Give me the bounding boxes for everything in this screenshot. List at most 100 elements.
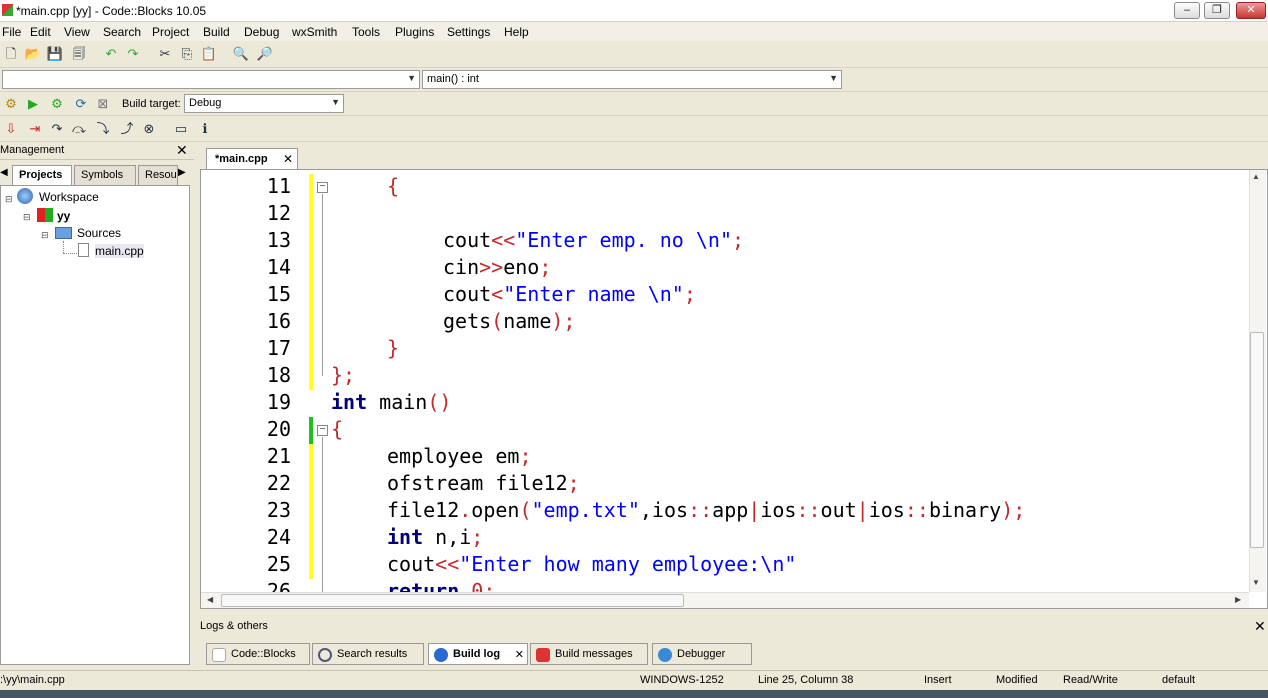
close-icon[interactable]: ✕	[515, 648, 524, 661]
redo-icon[interactable]: ↷	[124, 45, 142, 63]
menu-wxsmith[interactable]: wxSmith	[292, 25, 337, 39]
menu-help[interactable]: Help	[504, 25, 529, 39]
change-marker	[309, 174, 313, 390]
code-token: file12	[387, 498, 460, 522]
tab-projects[interactable]: Projects	[12, 165, 72, 185]
code-token: );	[1001, 498, 1026, 522]
change-marker-saved	[309, 417, 313, 444]
menu-settings[interactable]: Settings	[447, 25, 490, 39]
scroll-right-icon[interactable]: ▶	[1235, 595, 1241, 604]
tab-debugger[interactable]: Debugger	[652, 643, 752, 665]
find-icon[interactable]: 🔍	[232, 45, 250, 63]
fold-collapse-icon[interactable]: −	[317, 182, 328, 193]
replace-icon[interactable]: 🔎	[256, 45, 274, 63]
scroll-down-icon[interactable]: ▼	[1252, 578, 1260, 587]
code-token: name	[503, 309, 552, 333]
management-title: Management	[0, 144, 65, 156]
scroll-left-icon[interactable]: ◀	[207, 595, 213, 604]
collapse-icon[interactable]: ⊟	[23, 212, 31, 223]
code-line-15: cout<"Enter name \n";	[443, 282, 696, 306]
collapse-icon[interactable]: ⊟	[41, 230, 49, 241]
cut-icon[interactable]: ✂	[156, 45, 174, 63]
scroll-up-icon[interactable]: ▲	[1252, 172, 1260, 181]
tab-resources[interactable]: Resou	[138, 165, 178, 185]
tree-main-cpp[interactable]: main.cpp	[95, 244, 144, 258]
tree-project[interactable]: yy	[57, 209, 70, 223]
menu-file[interactable]: File	[2, 25, 21, 39]
tree-workspace[interactable]: Workspace	[39, 190, 99, 204]
tab-main-cpp[interactable]: *main.cpp ✕	[206, 148, 298, 169]
tab-symbols[interactable]: Symbols	[74, 165, 136, 185]
chevron-down-icon: ▼	[331, 97, 340, 107]
run-icon[interactable]: ▶	[24, 95, 42, 113]
menu-debug[interactable]: Debug	[244, 25, 279, 39]
function-combo[interactable]: main() : int ▼	[422, 70, 842, 89]
app-icon	[2, 4, 13, 16]
code-token: >>	[479, 255, 504, 279]
fold-line	[322, 348, 323, 376]
code-token: ;	[732, 228, 745, 252]
close-button[interactable]: ✕	[1236, 2, 1266, 19]
chevron-left-icon[interactable]: ◀	[0, 167, 8, 178]
menu-search[interactable]: Search	[103, 25, 141, 39]
run-to-cursor-icon[interactable]: ⇥	[26, 120, 44, 138]
menu-project[interactable]: Project	[152, 25, 189, 39]
menu-build[interactable]: Build	[203, 25, 230, 39]
line-number: 11	[266, 174, 291, 198]
restore-button[interactable]: ❐	[1204, 2, 1230, 19]
abort-icon[interactable]: ⊠	[94, 95, 112, 113]
vertical-scroll-thumb[interactable]	[1250, 332, 1264, 548]
code-token: ::	[796, 498, 821, 522]
tab-search-results[interactable]: Search results	[312, 643, 424, 665]
line-number: 19	[266, 390, 291, 414]
function-combo-value: main() : int	[427, 73, 479, 85]
close-icon[interactable]: ✕	[1254, 618, 1266, 635]
code-token: gets	[443, 309, 492, 333]
step-out-icon[interactable]: ⤴	[118, 120, 136, 138]
fold-collapse-icon[interactable]: −	[317, 425, 328, 436]
save-icon[interactable]: 💾	[46, 45, 64, 63]
rebuild-icon[interactable]: ⟳	[72, 95, 90, 113]
minimize-button[interactable]: –	[1174, 2, 1200, 19]
close-icon[interactable]: ✕	[176, 142, 188, 159]
horizontal-scroll-thumb[interactable]	[221, 594, 684, 607]
open-folder-icon[interactable]: 📂	[24, 45, 42, 63]
build-gear-icon[interactable]: ⚙	[2, 95, 20, 113]
build-target-combo[interactable]: Debug ▼	[184, 94, 344, 113]
tab-codeblocks-log[interactable]: Code::Blocks	[206, 643, 310, 665]
next-line-icon[interactable]: ↷	[48, 120, 66, 138]
close-icon[interactable]: ✕	[283, 152, 293, 166]
code-token: };	[331, 363, 356, 387]
debug-start-icon[interactable]: ⇩	[2, 120, 20, 138]
search-icon	[318, 648, 332, 662]
stop-debugger-icon[interactable]: ⊗	[140, 120, 158, 138]
tree-sources[interactable]: Sources	[77, 226, 121, 240]
debug-windows-icon[interactable]: ▭	[172, 120, 190, 138]
chevron-right-icon[interactable]: ▶	[178, 167, 186, 178]
new-file-icon[interactable]: 🗋	[2, 45, 20, 63]
code-editor[interactable]: 11 12 13 14 15 16 17 18 19 20 21 22 23 2…	[200, 169, 1268, 609]
next-instruction-icon[interactable]: ⤼	[70, 120, 88, 138]
build-run-icon[interactable]: ⚙	[48, 95, 66, 113]
code-token: open	[471, 498, 520, 522]
step-into-icon[interactable]: ⤵	[94, 120, 112, 138]
code-token: (	[491, 309, 504, 333]
save-all-icon[interactable]: 🗐	[70, 45, 88, 63]
scope-combo[interactable]: ▼	[2, 70, 420, 89]
menu-plugins[interactable]: Plugins	[395, 25, 434, 39]
menu-tools[interactable]: Tools	[352, 25, 380, 39]
code-token: |	[856, 498, 869, 522]
paste-icon[interactable]: 📋	[200, 45, 218, 63]
various-info-icon[interactable]: ℹ	[196, 120, 214, 138]
tab-build-messages[interactable]: Build messages	[530, 643, 648, 665]
code-token: ::	[904, 498, 929, 522]
copy-icon[interactable]: ⎘	[178, 45, 196, 63]
code-line-17: }	[387, 336, 399, 360]
menu-view[interactable]: View	[64, 25, 90, 39]
collapse-icon[interactable]: ⊟	[5, 194, 13, 205]
menu-edit[interactable]: Edit	[30, 25, 51, 39]
line-number: 18	[266, 363, 291, 387]
status-bar: :\yy\main.cpp WINDOWS-1252 Line 25, Colu…	[0, 670, 1268, 690]
tab-build-log[interactable]: Build log ✕	[428, 643, 528, 665]
undo-icon[interactable]: ↶	[102, 45, 120, 63]
